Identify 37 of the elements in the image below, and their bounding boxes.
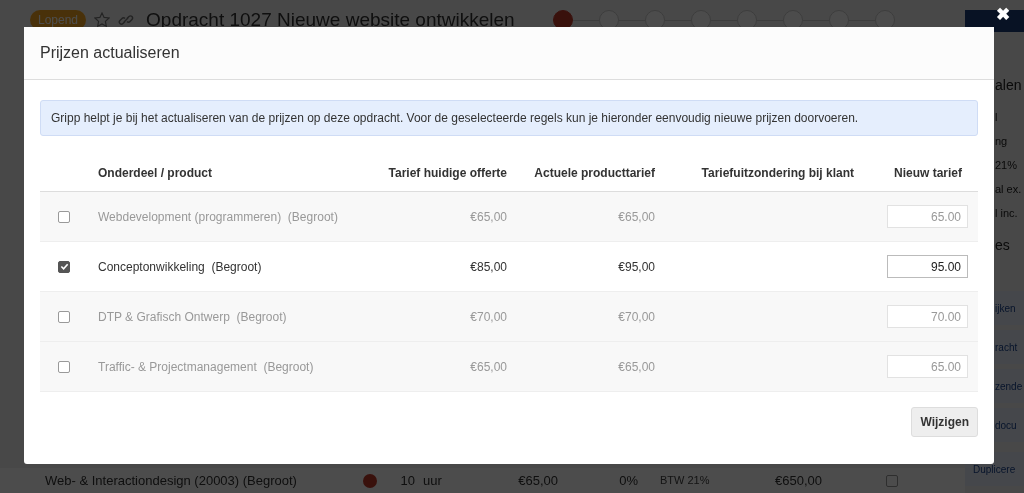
quote-rate: €65,00 — [470, 358, 507, 376]
submit-button[interactable]: Wijzigen — [911, 407, 978, 437]
unit: uur — [423, 471, 443, 490]
quantity: 10 — [399, 471, 415, 490]
product-rate: €95,00 — [618, 258, 655, 276]
product-name: Webdevelopment (programmeren) (Begroot) — [98, 208, 338, 226]
product-name: Conceptonwikkeling (Begroot) — [98, 258, 262, 276]
total: €650,00 — [774, 471, 822, 490]
column-header: Actuele producttarief — [534, 164, 655, 182]
checkbox[interactable] — [58, 360, 70, 373]
panel-heading: es — [994, 236, 1011, 255]
rate: €65,00 — [517, 471, 558, 490]
quote-rate: €65,00 — [470, 208, 507, 226]
panel-heading: alen — [994, 76, 1023, 95]
product-rate: €65,00 — [618, 358, 655, 376]
rate-input[interactable]: 95.00 — [887, 255, 968, 278]
checkbox[interactable] — [58, 210, 70, 223]
panel-label: ng — [994, 134, 1009, 149]
close-button[interactable]: ✖ — [996, 6, 1010, 23]
checkbox[interactable] — [58, 260, 70, 273]
product-rate: €65,00 — [618, 208, 655, 226]
product-rate: €70,00 — [618, 308, 655, 326]
column-header: Nieuw tarief — [894, 164, 962, 182]
line-item-name: Web- & Interactiondesign (20003) (Begroot) — [45, 471, 298, 490]
column-header: Tariefuitzondering bij klant — [701, 164, 854, 182]
checkbox[interactable] — [58, 310, 70, 323]
info-message: Gripp helpt je bij het actualiseren van de prijzen op deze opdracht. Voor de geselecteerde regels kun je hieronder eenvoudig nieuwe prijzen doorvoeren. — [40, 100, 978, 136]
discount: 0% — [618, 471, 638, 490]
column-header: Tarief huidige offerte — [388, 164, 507, 182]
column-header: Onderdeel / product — [98, 164, 212, 182]
product-name: Traffic- & Projectmanagement (Begroot) — [98, 358, 314, 376]
product-name: DTP & Grafisch Ontwerp (Begroot) — [98, 308, 287, 326]
quote-rate: €85,00 — [470, 258, 507, 276]
panel-label: al ex. — [994, 182, 1023, 197]
panel-label: 21% — [994, 158, 1019, 173]
modal-title: Prijzen actualiseren — [24, 27, 994, 80]
quote-rate: €70,00 — [470, 308, 507, 326]
